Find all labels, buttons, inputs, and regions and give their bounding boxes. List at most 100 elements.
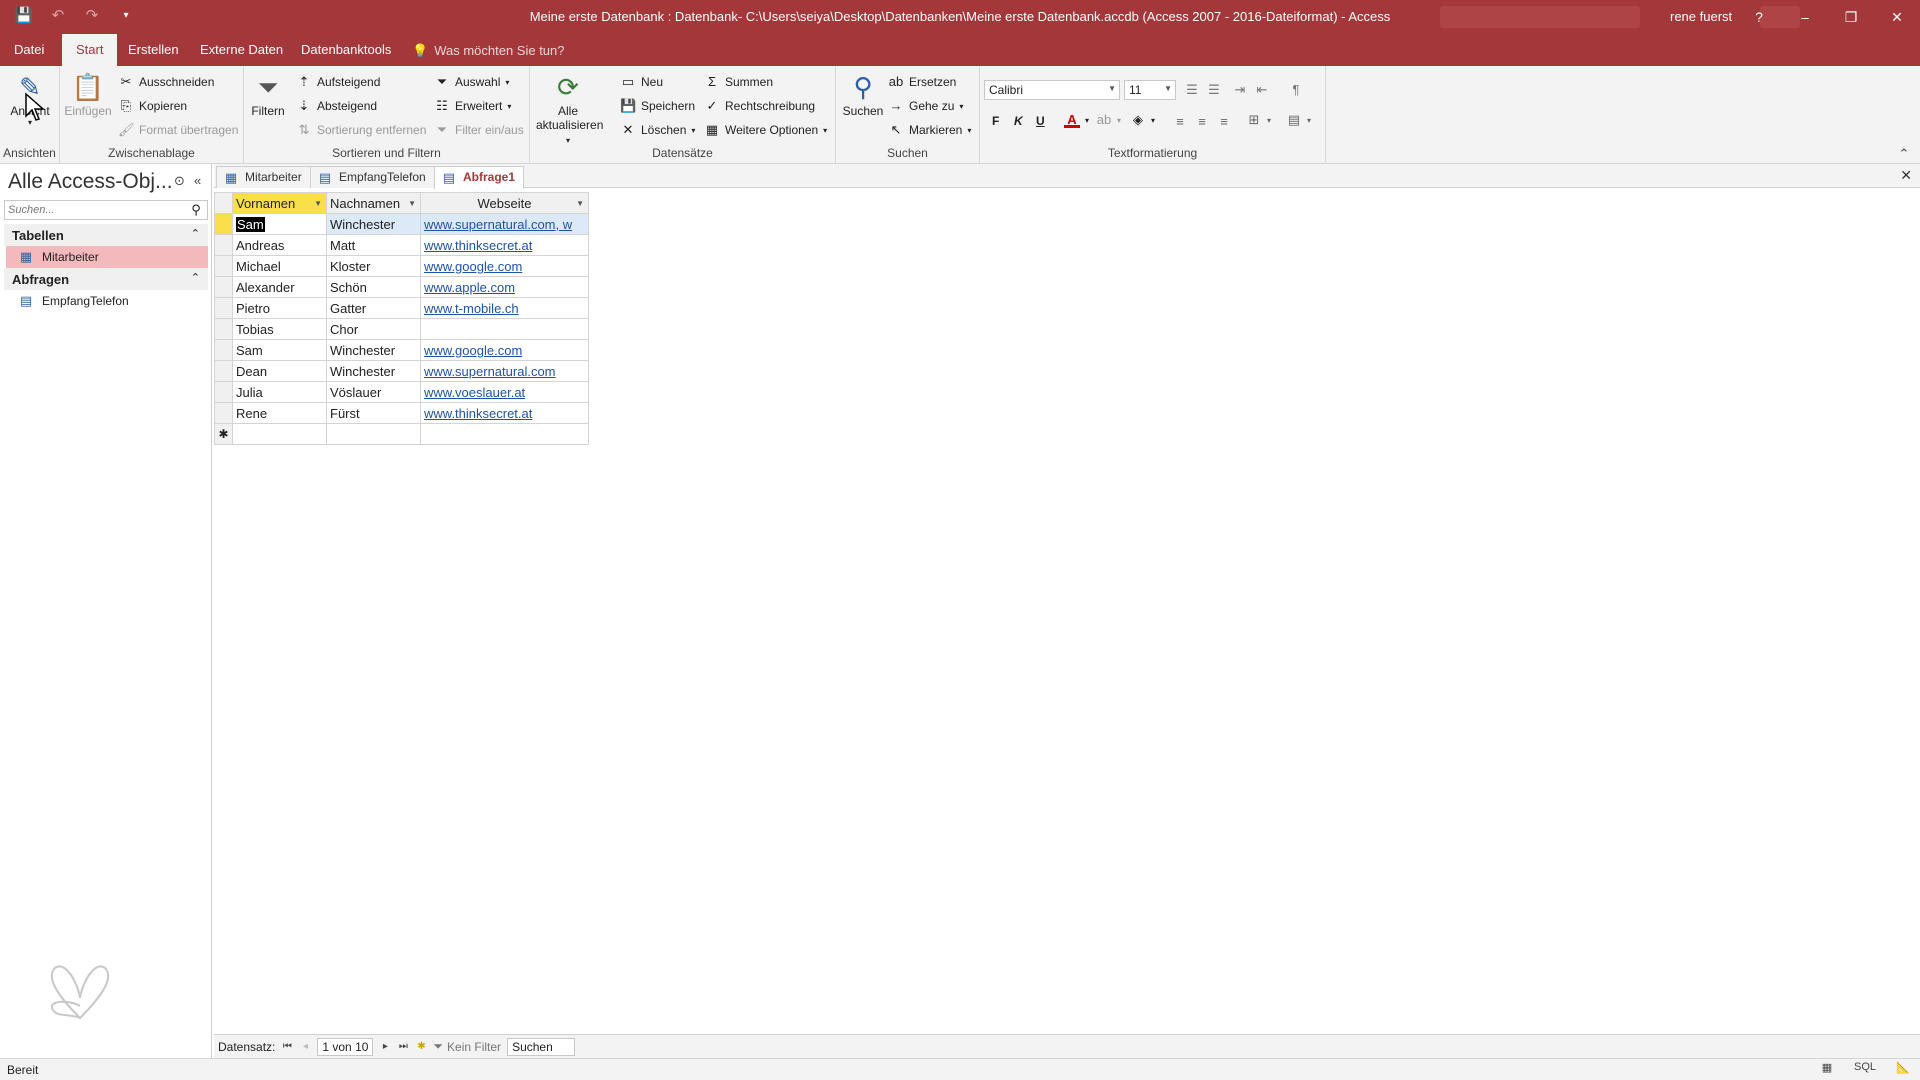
selection-button[interactable]: ⏷ Auswahl ▾	[434, 74, 510, 90]
search-icon[interactable]: ⚲	[188, 202, 204, 218]
table-cell[interactable]: Vöslauer	[326, 381, 421, 403]
help-button[interactable]: ?	[1736, 0, 1782, 34]
next-record-icon[interactable]: ▸	[379, 1041, 391, 1052]
collapse-ribbon-button[interactable]: ⌃	[1896, 146, 1912, 162]
select-button[interactable]: ↖ Markieren ▾	[888, 122, 972, 138]
chevron-down-icon[interactable]: ▼	[314, 199, 322, 208]
table-cell[interactable]: Sam	[232, 339, 327, 361]
table-cell[interactable]	[232, 423, 327, 445]
nav-section-tabellen[interactable]: Tabellen ⌃	[4, 224, 208, 246]
close-document-icon[interactable]: ✕	[1900, 167, 1912, 184]
font-color-button[interactable]: A ▾	[1064, 112, 1089, 128]
table-cell[interactable]: Kloster	[326, 255, 421, 277]
table-cell[interactable]: Julia	[232, 381, 327, 403]
table-cell[interactable]: Rene	[232, 402, 327, 424]
nav-search-field[interactable]: ⚲	[4, 200, 208, 220]
doc-tab-abfrage1[interactable]: ▤ Abfrage1	[434, 166, 525, 189]
row-selector[interactable]	[214, 234, 233, 256]
doc-tab-empfangtelefon[interactable]: ▤ EmpfangTelefon	[310, 166, 435, 188]
format-painter-button[interactable]: 🖌 Format übertragen	[118, 122, 238, 138]
numbered-list-button[interactable]: ☰	[1206, 82, 1222, 98]
row-selector[interactable]	[214, 255, 233, 277]
sort-ascending-button[interactable]: ⇡ Aufsteigend	[296, 74, 381, 90]
table-cell[interactable]: Michael	[232, 255, 327, 277]
new-record-marker[interactable]: ✱	[214, 423, 233, 445]
table-cell[interactable]: Andreas	[232, 234, 327, 256]
table-cell[interactable]: Gatter	[326, 297, 421, 319]
table-cell[interactable]: Schön	[326, 276, 421, 298]
table-cell[interactable]: Matt	[326, 234, 421, 256]
highlight-button[interactable]: ab ▾	[1096, 112, 1121, 128]
font-size-combo[interactable]: 11 ▼	[1124, 80, 1176, 100]
row-selector[interactable]	[214, 402, 233, 424]
collapse-section-icon[interactable]: ⌃	[191, 271, 200, 284]
nav-menu-chevron-icon[interactable]: ⊙	[174, 173, 185, 189]
table-cell[interactable]: Chor	[326, 318, 421, 340]
tell-me-box[interactable]: 💡 Was möchten Sie tun?	[412, 43, 565, 59]
table-cell[interactable]: Winchester	[326, 360, 421, 382]
nav-item-mitarbeiter[interactable]: ▦ Mitarbeiter	[6, 246, 208, 268]
filter-button[interactable]: ⏷ Filtern	[248, 70, 288, 118]
record-position-field[interactable]: 1 von 10	[317, 1037, 374, 1056]
advanced-button[interactable]: ☷ Erweitert ▾	[434, 98, 511, 114]
save-record-button[interactable]: 💾 Speichern	[620, 98, 695, 114]
underline-button[interactable]: U	[1036, 114, 1045, 128]
remove-sort-button[interactable]: ⇅ Sortierung entfernen	[296, 122, 427, 138]
cut-button[interactable]: ✂ Ausschneiden	[118, 74, 215, 90]
restore-button[interactable]: ❐	[1828, 0, 1874, 34]
previous-record-icon[interactable]: ◂	[299, 1041, 311, 1052]
align-right-button[interactable]: ≡	[1216, 114, 1232, 130]
table-cell[interactable]	[326, 423, 421, 445]
table-cell[interactable]: Dean	[232, 360, 327, 382]
font-name-combo[interactable]: Calibri ▼	[984, 80, 1120, 100]
go-to-button[interactable]: → Gehe zu ▾	[888, 98, 964, 114]
column-header-nachnamen[interactable]: Nachnamen ▼	[326, 192, 421, 214]
hyperlink-cell[interactable]: www.thinksecret.at	[420, 234, 589, 256]
table-cell[interactable]	[420, 423, 589, 445]
column-header-webseite[interactable]: Webseite ▼	[420, 192, 589, 214]
filter-status[interactable]: ⏷ Kein Filter	[433, 1039, 501, 1054]
hyperlink-cell[interactable]: www.voeslauer.at	[420, 381, 589, 403]
row-selector[interactable]	[214, 360, 233, 382]
nav-section-abfragen[interactable]: Abfragen ⌃	[4, 268, 208, 290]
collapse-section-icon[interactable]: ⌃	[191, 227, 200, 240]
navigation-pane-title[interactable]: Alle Access-Obj...	[8, 170, 173, 194]
bold-button[interactable]: F	[992, 114, 999, 128]
row-selector[interactable]	[214, 339, 233, 361]
table-cell[interactable]: Winchester	[326, 339, 421, 361]
hyperlink-cell[interactable]: www.supernatural.com, w	[420, 213, 589, 235]
sort-descending-button[interactable]: ⇣ Absteigend	[296, 98, 378, 114]
indent-button[interactable]: ⇥	[1232, 82, 1248, 98]
nav-item-empfangtelefon[interactable]: ▤ EmpfangTelefon	[6, 290, 208, 312]
table-cell[interactable]: Sam	[232, 213, 327, 235]
select-all-corner[interactable]	[214, 192, 233, 214]
refresh-all-button[interactable]: ⟳ Alle aktualisieren ▾	[536, 70, 603, 146]
row-selector[interactable]	[214, 381, 233, 403]
tab-datei[interactable]: Datei	[0, 34, 58, 66]
tab-externe-daten[interactable]: Externe Daten	[186, 34, 297, 66]
row-selector[interactable]	[214, 213, 233, 235]
hyperlink-cell[interactable]: www.google.com	[420, 255, 589, 277]
hyperlink-cell[interactable]	[420, 318, 589, 340]
hyperlink-cell[interactable]: www.t-mobile.ch	[420, 297, 589, 319]
table-cell[interactable]: Alexander	[232, 276, 327, 298]
find-button[interactable]: ⚲ Suchen	[840, 70, 886, 118]
table-cell[interactable]: Fürst	[326, 402, 421, 424]
table-cell[interactable]: Pietro	[232, 297, 327, 319]
more-options-button[interactable]: ▦ Weitere Optionen ▾	[704, 122, 827, 138]
copy-button[interactable]: ⎘ Kopieren	[118, 98, 187, 114]
spelling-button[interactable]: ✓ Rechtschreibung	[704, 98, 816, 114]
totals-button[interactable]: Σ Summen	[704, 74, 773, 90]
sql-view-button[interactable]: SQL	[1854, 1061, 1876, 1074]
last-record-icon[interactable]: ⏭	[397, 1041, 409, 1052]
chevron-down-icon[interactable]: ▼	[576, 199, 584, 208]
hyperlink-cell[interactable]: www.thinksecret.at	[420, 402, 589, 424]
bullet-list-button[interactable]: ☰	[1184, 82, 1200, 98]
design-view-icon[interactable]: 📐	[1892, 1061, 1914, 1074]
first-record-icon[interactable]: ⏮	[281, 1041, 293, 1052]
minimize-button[interactable]: –	[1782, 0, 1828, 34]
row-selector[interactable]	[214, 276, 233, 298]
delete-record-button[interactable]: ✕ Löschen ▾	[620, 122, 696, 138]
hyperlink-cell[interactable]: www.apple.com	[420, 276, 589, 298]
tab-start[interactable]: Start	[62, 34, 118, 66]
